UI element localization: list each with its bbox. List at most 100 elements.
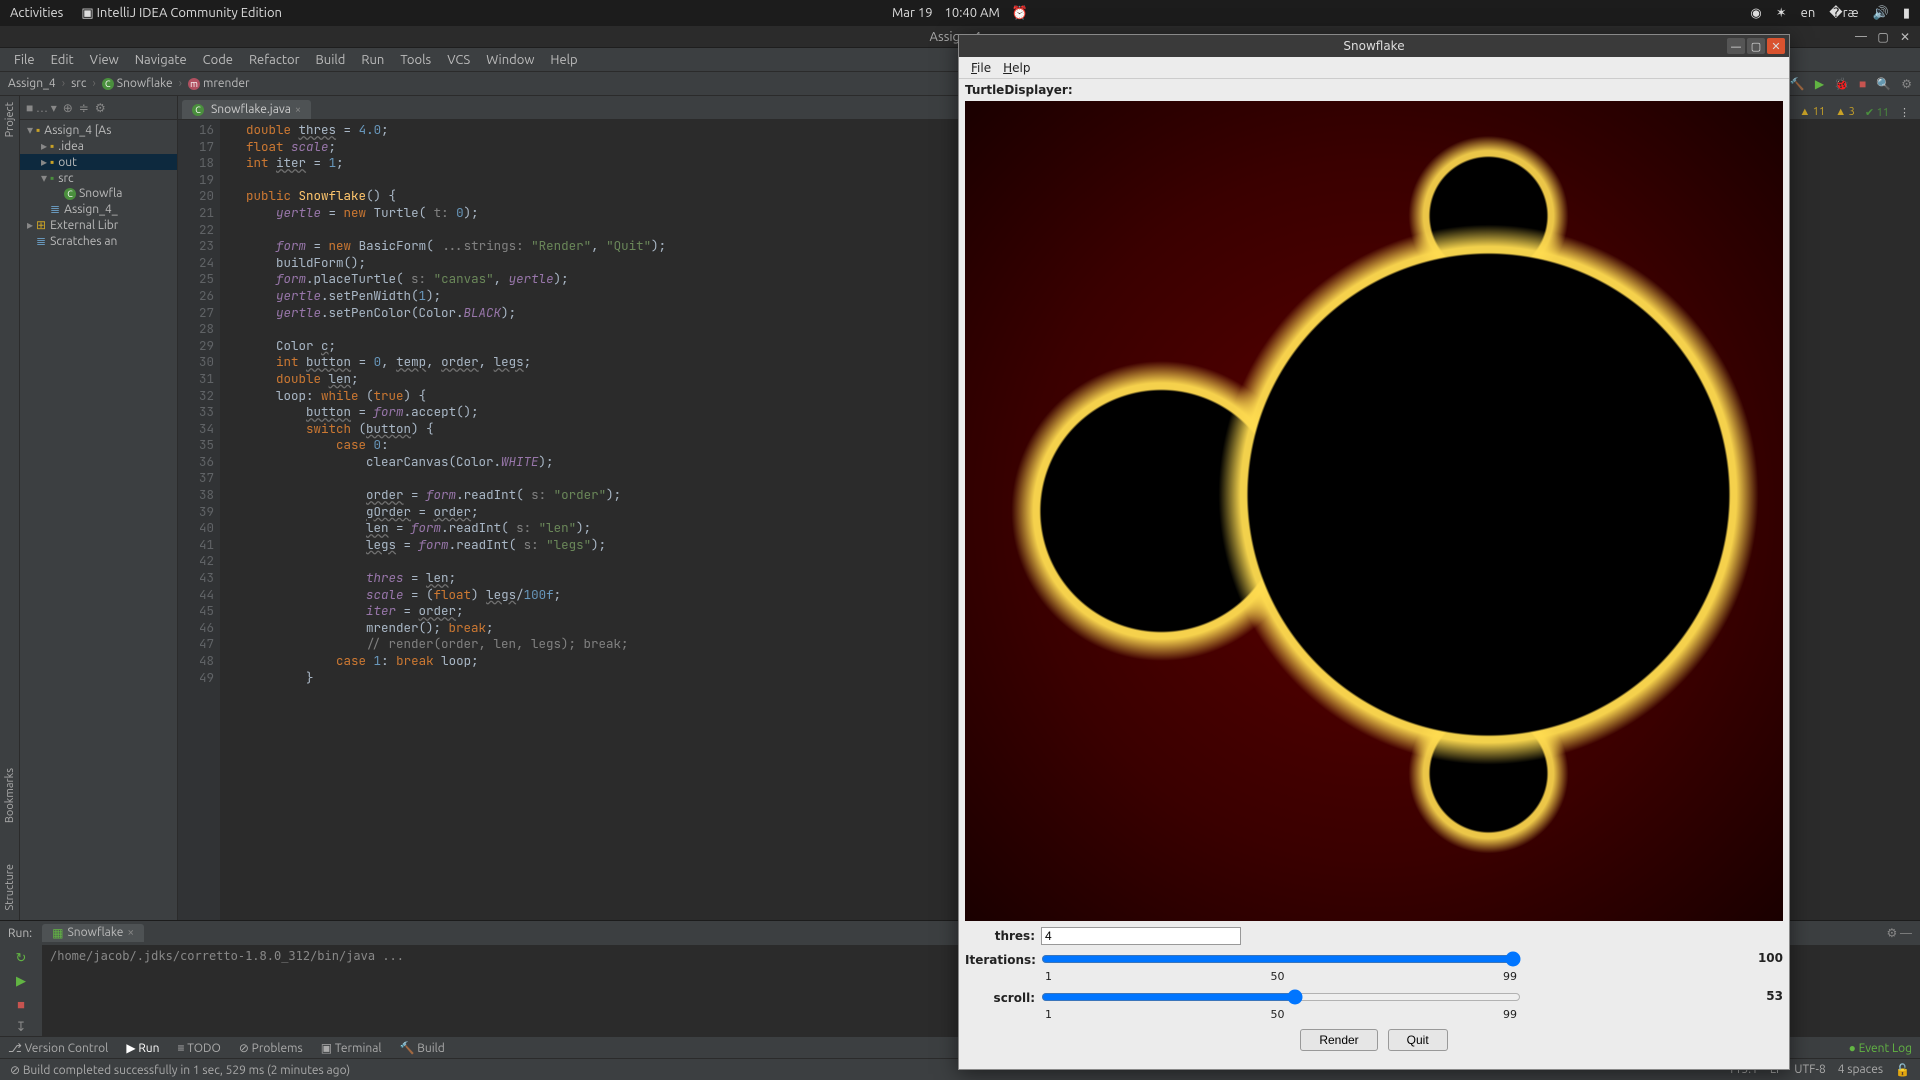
menu-run[interactable]: Run: [353, 53, 392, 67]
battery-icon[interactable]: ▮: [1903, 6, 1910, 21]
tree-node[interactable]: ▸⊞External Libr: [20, 217, 177, 233]
tree-node[interactable]: ≣Scratches an: [20, 233, 177, 249]
tree-settings-icon[interactable]: ⚙: [95, 101, 106, 115]
breadcrumb[interactable]: src: [71, 77, 86, 90]
tree-node[interactable]: ≣Assign_4_: [20, 201, 177, 217]
status-message: ⊘ Build completed successfully in 1 sec,…: [10, 1063, 350, 1077]
typos-indicator[interactable]: ✔ 11: [1865, 106, 1889, 119]
volume-icon[interactable]: 🔊: [1873, 6, 1889, 21]
menu-refactor[interactable]: Refactor: [241, 53, 308, 67]
scroll-slider[interactable]: [1041, 989, 1521, 1005]
run-tab[interactable]: ▶ Run: [126, 1041, 159, 1055]
swing-title-bar: Snowflake — ▢ ✕: [959, 35, 1789, 57]
settings-icon[interactable]: ⚙: [1901, 77, 1912, 91]
menu-tools[interactable]: Tools: [392, 53, 439, 67]
menu-help[interactable]: Help: [542, 53, 585, 67]
wifi-icon[interactable]: �ræ: [1829, 6, 1858, 21]
thres-label: thres:: [965, 929, 1035, 943]
scroll-label: scroll:: [965, 991, 1035, 1005]
run-play-icon[interactable]: ▶: [16, 974, 26, 989]
run-icon[interactable]: ▶: [1815, 77, 1824, 91]
render-button[interactable]: Render: [1300, 1029, 1377, 1051]
event-log-tab[interactable]: ● Event Log: [1849, 1041, 1912, 1055]
terminal-tab[interactable]: ▣ Terminal: [321, 1041, 382, 1055]
menu-vcs[interactable]: VCS: [439, 53, 478, 67]
thres-input[interactable]: [1041, 927, 1241, 945]
quit-button[interactable]: Quit: [1388, 1029, 1448, 1051]
run-down-icon[interactable]: ↧: [16, 1020, 27, 1035]
swing-menu-bar: FFileile Help: [959, 57, 1789, 79]
iterations-label: Iterations:: [965, 953, 1035, 967]
left-tool-tabs: Project Bookmarks Structure: [0, 96, 20, 920]
build-icon[interactable]: 🔨: [1790, 77, 1805, 91]
search-everywhere-icon[interactable]: 🔍: [1876, 77, 1891, 91]
menu-edit[interactable]: Edit: [43, 53, 82, 67]
problems-tab[interactable]: ⊘ Problems: [239, 1041, 303, 1055]
rerun-icon[interactable]: ↻: [16, 951, 27, 966]
maximize-button[interactable]: ▢: [1874, 28, 1892, 46]
menu-navigate[interactable]: Navigate: [127, 53, 195, 67]
warnings-indicator[interactable]: ▲ 11: [1799, 106, 1825, 119]
run-stop-icon[interactable]: ■: [17, 997, 25, 1012]
hints-indicator[interactable]: ▲ 3: [1835, 106, 1855, 119]
snowflake-app-window: Snowflake — ▢ ✕ FFileile Help TurtleDisp…: [958, 34, 1790, 1070]
swing-maximize-button[interactable]: ▢: [1747, 38, 1765, 54]
tree-node[interactable]: ▾▪src: [20, 170, 177, 186]
structure-tool-tab[interactable]: Structure: [4, 864, 16, 911]
tree-node[interactable]: CSnowfla: [20, 186, 177, 201]
todo-tab[interactable]: ≡ TODO: [178, 1041, 221, 1055]
debug-icon[interactable]: 🐞: [1834, 77, 1849, 91]
tree-node[interactable]: ▸▪.idea: [20, 138, 177, 154]
fractal-canvas: [965, 101, 1783, 921]
menu-window[interactable]: Window: [478, 53, 542, 67]
swing-menu-file[interactable]: FFileile: [965, 61, 997, 75]
stop-icon[interactable]: ■: [1859, 77, 1866, 91]
close-tab-icon[interactable]: ×: [295, 104, 301, 116]
line-gutter: 1617181920212223242526272829303132333435…: [178, 120, 220, 920]
bookmarks-tool-tab[interactable]: Bookmarks: [4, 768, 16, 823]
editor-tab[interactable]: CSnowflake.java×: [182, 100, 311, 119]
close-button[interactable]: ✕: [1896, 28, 1914, 46]
breadcrumb[interactable]: CSnowflake: [102, 77, 173, 90]
turtle-displayer-label: TurtleDisplayer:: [965, 83, 1783, 97]
indent-settings[interactable]: 4 spaces: [1838, 1063, 1883, 1077]
swing-minimize-button[interactable]: —: [1727, 38, 1745, 54]
tree-locate-icon[interactable]: ⊕: [63, 101, 73, 115]
breadcrumb[interactable]: mmrender: [188, 77, 250, 90]
menu-build[interactable]: Build: [308, 53, 354, 67]
tree-node[interactable]: ▾▪Assign_4 [As: [20, 122, 177, 138]
taskbar-app[interactable]: ▣ IntelliJ IDEA Community Edition: [81, 6, 282, 21]
clock-time: 10:40 AM: [945, 6, 1000, 20]
run-config-tab[interactable]: ▦Snowflake×: [42, 924, 144, 942]
accessibility-icon[interactable]: ✶: [1776, 6, 1787, 21]
project-tree: ■ … ▾ ⊕ ≑ ⚙ ▾▪Assign_4 [As▸▪.idea▸▪out▾▪…: [20, 96, 178, 920]
activities-button[interactable]: Activities: [10, 6, 63, 20]
project-dropdown[interactable]: ■ … ▾: [26, 101, 57, 115]
swing-close-button[interactable]: ✕: [1767, 38, 1785, 54]
menu-view[interactable]: View: [82, 53, 127, 67]
discord-tray-icon[interactable]: ◉: [1750, 6, 1761, 21]
system-top-bar: Activities ▣ IntelliJ IDEA Community Edi…: [0, 0, 1920, 26]
breadcrumb[interactable]: Assign_4: [8, 77, 56, 90]
fold-gutter[interactable]: [220, 120, 234, 920]
iterations-value: 100: [1743, 951, 1783, 965]
run-settings-icon[interactable]: ⚙ —: [1887, 926, 1912, 940]
build-tab[interactable]: 🔨 Build: [400, 1041, 445, 1055]
editor-more-icon[interactable]: ⋮: [1899, 106, 1910, 119]
swing-menu-help[interactable]: Help: [997, 61, 1036, 75]
minimize-button[interactable]: —: [1852, 28, 1870, 46]
keyboard-layout-indicator[interactable]: en: [1801, 6, 1816, 20]
tree-collapse-icon[interactable]: ≑: [79, 101, 89, 115]
menu-file[interactable]: File: [6, 53, 43, 67]
run-label: Run:: [8, 927, 32, 940]
iterations-slider[interactable]: [1041, 951, 1521, 967]
tree-node[interactable]: ▸▪out: [20, 154, 177, 170]
read-lock-icon[interactable]: 🔓: [1895, 1063, 1910, 1077]
clock-date: Mar 19: [892, 6, 933, 20]
vcs-tab[interactable]: ⎇ Version Control: [8, 1041, 108, 1055]
menu-code[interactable]: Code: [195, 53, 241, 67]
notifications-icon[interactable]: ⏰: [1012, 6, 1028, 21]
file-encoding[interactable]: UTF-8: [1794, 1063, 1825, 1077]
scroll-value: 53: [1743, 989, 1783, 1003]
project-tool-tab[interactable]: Project: [4, 102, 16, 137]
